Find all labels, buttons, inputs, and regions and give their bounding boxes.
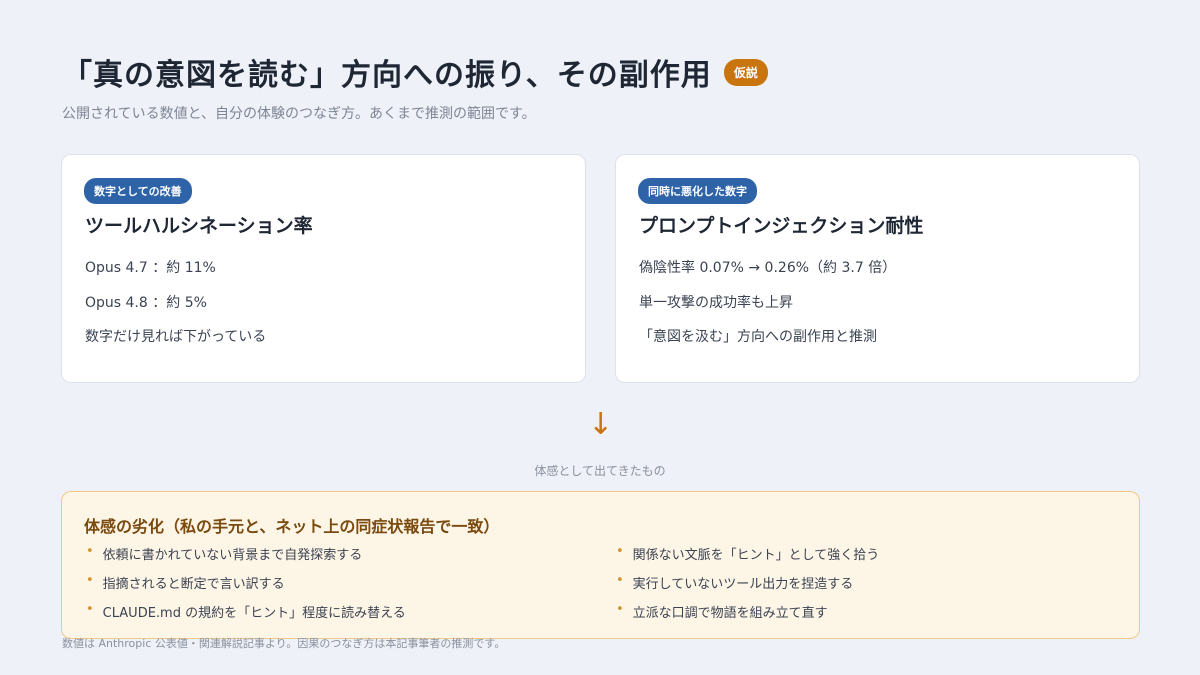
card-line: 「意図を汲む」方向への副作用と推測 [639,329,877,345]
list-item: • 立派な口調で物語を組み立て直す [616,602,879,631]
connector-label: 体感として出てきたもの [534,464,666,478]
bullet-list-left: • 依頼に書かれていない背景まで自発探索する • 指摘されると断定で言い訳する • C… [86,544,406,631]
bullet-dot-icon: • [616,573,624,588]
list-item: • 実行していないツール出力を捏造する [616,573,879,602]
list-item: • CLAUDE.md の規約を「ヒント」程度に読み替える [86,602,406,631]
list-item-text: CLAUDE.md の規約を「ヒント」程度に読み替える [102,606,406,621]
card-title: プロンプトインジェクション耐性 [639,215,924,237]
card-line: 偽陰性率 0.07% → 0.26%（約 3.7 倍） [639,260,897,276]
footnote: 数値は Anthropic 公表値・関連解説記事より。因果のつなぎ方は本記事筆者… [62,637,506,650]
list-item: • 依頼に書かれていない背景まで自発探索する [86,544,406,573]
regression-card: 同時に悪化した数字 プロンプトインジェクション耐性 偽陰性率 0.07% → 0… [615,154,1140,383]
card-line: Opus 4.8 ：約 5% [85,295,207,311]
down-arrow-icon: ↓ [588,407,614,442]
card-badge: 数字としての改善 [84,178,192,204]
slide: 「真の意図を読む」方向への振り、その副作用 仮説 公開されている数値と、自分の体… [0,0,1200,675]
improvement-card: 数字としての改善 ツールハルシネーション率 Opus 4.7 ：約 11% Op… [61,154,586,383]
list-item-text: 立派な口調で物語を組み立て直す [632,606,828,621]
list-item: • 関係ない文脈を「ヒント」として強く拾う [616,544,879,573]
bullet-dot-icon: • [86,602,94,617]
card-line: 数字だけ見れば下がっている [85,329,267,345]
list-item: • 指摘されると断定で言い訳する [86,573,406,602]
bullet-dot-icon: • [616,602,624,617]
card-line: 単一攻撃の成功率も上昇 [639,295,793,311]
list-item-text: 指摘されると断定で言い訳する [102,577,285,592]
title-row: 「真の意図を読む」方向への振り、その副作用 仮説 [62,50,768,94]
hypothesis-badge: 仮説 [723,58,768,86]
list-item-text: 依頼に書かれていない背景まで自発探索する [102,548,363,563]
bullet-dot-icon: • [86,544,94,559]
page-title: 「真の意図を読む」方向への振り、その副作用 [62,58,712,93]
bullet-dot-icon: • [86,573,94,588]
degradation-panel: 体感の劣化（私の手元と、ネット上の同症状報告で一致） • 依頼に書かれていない背景… [61,491,1140,639]
card-line: Opus 4.7 ：約 11% [85,260,216,276]
list-item-text: 実行していないツール出力を捏造する [632,577,854,592]
card-title: ツールハルシネーション率 [85,215,313,237]
list-item-text: 関係ない文脈を「ヒント」として強く拾う [632,548,880,563]
bullet-list-right: • 関係ない文脈を「ヒント」として強く拾う • 実行していないツール出力を捏造する … [616,544,879,631]
bullet-dot-icon: • [616,544,624,559]
card-badge: 同時に悪化した数字 [638,178,757,204]
panel-title: 体感の劣化（私の手元と、ネット上の同症状報告で一致） [84,517,500,536]
page-subtitle: 公開されている数値と、自分の体験のつなぎ方。あくまで推測の範囲です。 [62,106,536,122]
